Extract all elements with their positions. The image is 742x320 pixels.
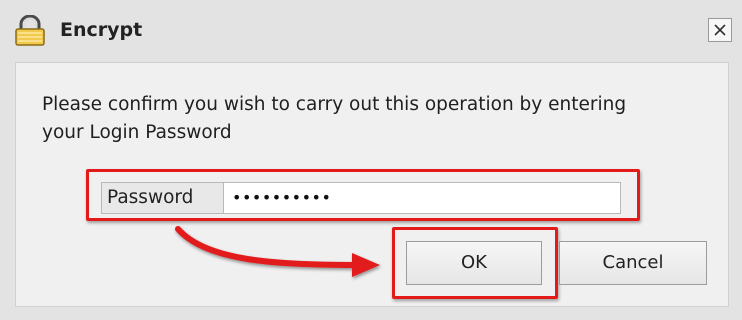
- dialog-titlebar: Encrypt: [0, 0, 742, 62]
- cancel-button[interactable]: Cancel: [559, 241, 707, 285]
- encrypt-dialog: Encrypt Please confirm you wish to carry…: [0, 0, 742, 320]
- message-line-2: your Login Password: [42, 122, 232, 143]
- dialog-title: Encrypt: [60, 19, 143, 41]
- ok-button[interactable]: OK: [406, 241, 542, 285]
- padlock-icon: [12, 14, 48, 47]
- message-line-1: Please confirm you wish to carry out thi…: [42, 94, 627, 115]
- password-label: Password: [101, 182, 223, 214]
- close-button[interactable]: [708, 18, 732, 42]
- confirm-message: Please confirm you wish to carry out thi…: [42, 91, 722, 147]
- password-input[interactable]: ••••••••••: [223, 182, 621, 214]
- curved-arrow-icon: [175, 226, 380, 277]
- close-icon: [714, 24, 726, 36]
- dialog-body: Please confirm you wish to carry out thi…: [15, 62, 729, 307]
